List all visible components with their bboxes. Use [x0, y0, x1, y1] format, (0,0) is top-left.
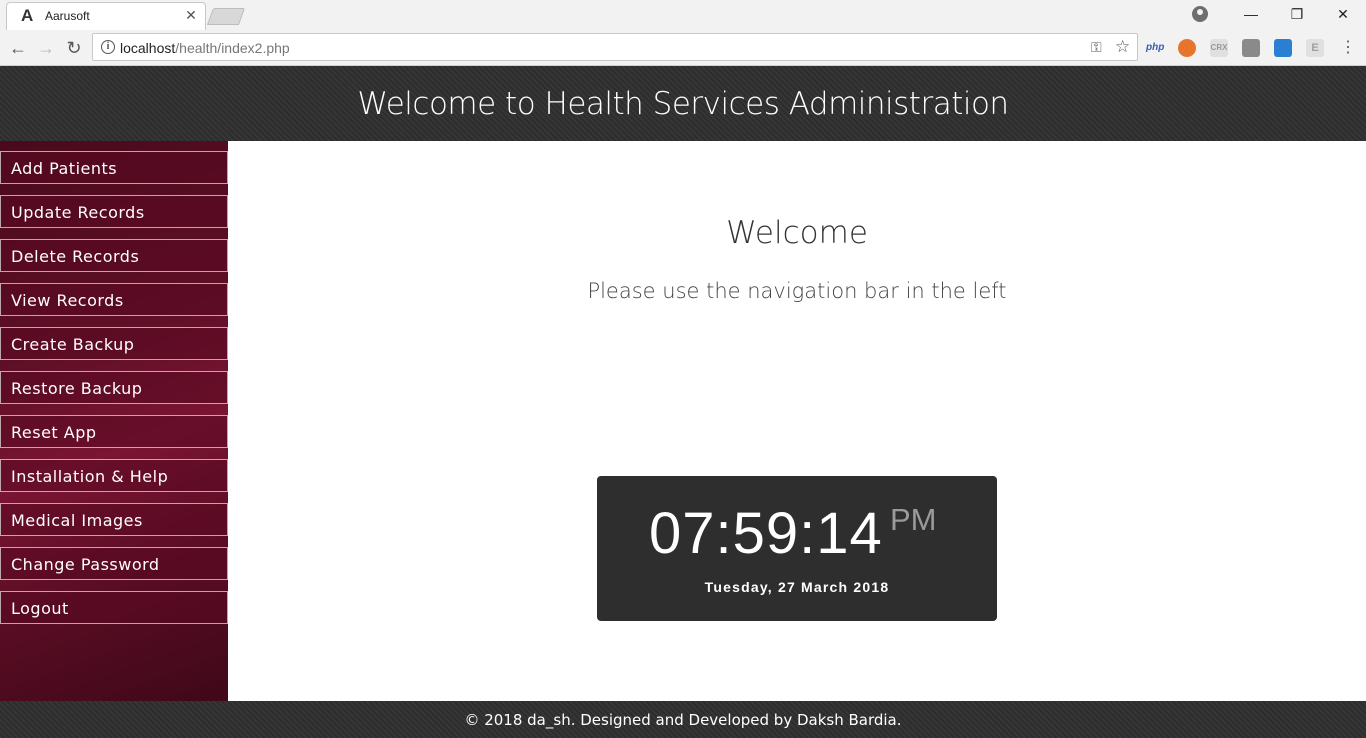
- back-arrow-icon[interactable]: ←: [6, 36, 30, 60]
- sidebar-item-label: Installation & Help: [11, 467, 169, 486]
- close-tab-icon[interactable]: ✕: [183, 7, 199, 23]
- clock-date: Tuesday, 27 March 2018: [704, 579, 890, 595]
- tab-title: Aarusoft: [45, 9, 90, 23]
- sidebar-item-change-password[interactable]: Change Password: [0, 547, 228, 580]
- cube-extension-icon[interactable]: [1242, 39, 1260, 57]
- forward-arrow-icon[interactable]: →: [34, 36, 58, 60]
- sidebar-item-label: Create Backup: [11, 335, 135, 354]
- sidebar-item-label: Logout: [11, 599, 69, 618]
- sidebar-item-add-patients[interactable]: Add Patients: [0, 151, 228, 184]
- digital-clock: 07:59:14 PM Tuesday, 27 March 2018: [597, 476, 997, 621]
- php-extension-icon[interactable]: php: [1146, 39, 1164, 57]
- sidebar-item-label: Add Patients: [11, 159, 118, 178]
- browser-toolbar: ← → ↻ i localhost/health/index2.php ⚿ ☆ …: [0, 30, 1366, 66]
- sidebar-item-label: Update Records: [11, 203, 145, 222]
- info-icon[interactable]: i: [101, 40, 115, 54]
- browser-menu-icon[interactable]: ⋮: [1340, 38, 1356, 58]
- browser-tab[interactable]: A Aarusoft ✕: [6, 2, 206, 30]
- url-path: /health/index2.php: [175, 40, 290, 56]
- e-extension-icon[interactable]: E: [1306, 39, 1324, 57]
- main-content: Welcome Please use the navigation bar in…: [228, 141, 1366, 701]
- page-footer: © 2018 da_sh. Designed and Developed by …: [0, 701, 1366, 738]
- sidebar-item-label: Reset App: [11, 423, 97, 442]
- crx-extension-icon[interactable]: CRX: [1210, 39, 1228, 57]
- sidebar-item-label: Medical Images: [11, 511, 143, 530]
- sidebar-item-restore-backup[interactable]: Restore Backup: [0, 371, 228, 404]
- sidebar-item-logout[interactable]: Logout: [0, 591, 228, 624]
- sidebar-item-create-backup[interactable]: Create Backup: [0, 327, 228, 360]
- footer-text: © 2018 da_sh. Designed and Developed by …: [464, 711, 902, 729]
- sidebar-item-installation-help[interactable]: Installation & Help: [0, 459, 228, 492]
- note-extension-icon[interactable]: [1274, 39, 1292, 57]
- browser-tab-bar: A Aarusoft ✕ — ❐ ✕: [0, 0, 1366, 30]
- clock-time: 07:59:14: [649, 501, 883, 566]
- key-icon[interactable]: ⚿: [1091, 39, 1102, 56]
- url-host: localhost: [120, 40, 176, 56]
- sidebar-nav: Add Patients Update Records Delete Recor…: [0, 141, 228, 701]
- clock-ampm: PM: [890, 502, 937, 537]
- profile-icon[interactable]: [1192, 6, 1208, 22]
- restore-button[interactable]: ❐: [1274, 0, 1320, 30]
- sidebar-item-label: Change Password: [11, 555, 160, 574]
- new-tab-button[interactable]: [206, 8, 246, 25]
- page-header: Welcome to Health Services Administratio…: [0, 66, 1366, 141]
- close-window-button[interactable]: ✕: [1320, 0, 1366, 30]
- sidebar-item-label: Restore Backup: [11, 379, 143, 398]
- sidebar-item-label: Delete Records: [11, 247, 140, 266]
- minimize-button[interactable]: —: [1228, 0, 1274, 30]
- welcome-heading: Welcome: [726, 215, 868, 251]
- orange-extension-icon[interactable]: [1178, 39, 1196, 57]
- address-bar[interactable]: i localhost/health/index2.php ⚿ ☆: [92, 33, 1138, 61]
- bookmark-star-icon[interactable]: ☆: [1115, 37, 1130, 57]
- sidebar-item-label: View Records: [11, 291, 124, 310]
- page-title: Welcome to Health Services Administratio…: [357, 86, 1009, 122]
- sidebar-item-delete-records[interactable]: Delete Records: [0, 239, 228, 272]
- sidebar-item-medical-images[interactable]: Medical Images: [0, 503, 228, 536]
- sidebar-item-reset-app[interactable]: Reset App: [0, 415, 228, 448]
- sidebar-item-update-records[interactable]: Update Records: [0, 195, 228, 228]
- reload-icon[interactable]: ↻: [62, 36, 86, 60]
- site-logo-icon: A: [21, 6, 34, 25]
- welcome-subheading: Please use the navigation bar in the lef…: [587, 279, 1007, 303]
- url-text: localhost/health/index2.php: [120, 40, 290, 56]
- sidebar-item-view-records[interactable]: View Records: [0, 283, 228, 316]
